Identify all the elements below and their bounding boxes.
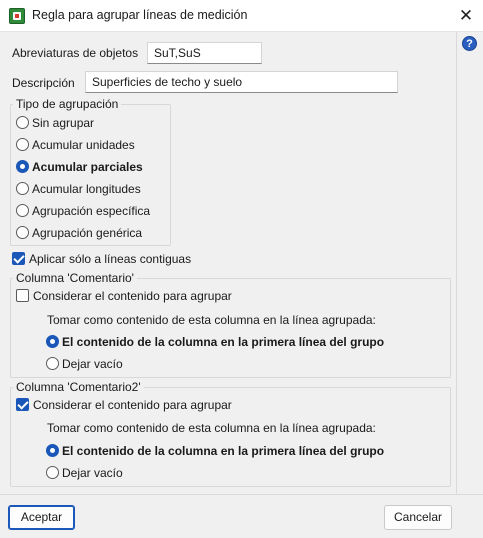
comment2-empty-radio[interactable] [46,466,59,479]
footer-separator [0,494,483,495]
comment2-consider-label: Considerar el contenido para agrupar [33,398,232,412]
accept-button[interactable]: Aceptar [8,505,75,530]
radio-label: Agrupación genérica [32,226,143,240]
radio-label: Agrupación específica [32,204,151,218]
comment2-empty-label: Dejar vacío [62,466,123,480]
radio-label: Acumular unidades [32,138,135,152]
comment-column-title: Columna 'Comentario' [13,271,137,285]
radio-acumular-parciales[interactable] [16,160,29,173]
radio-sin-agrupar[interactable] [16,116,29,129]
comment2-instruction: Tomar como contenido de esta columna en … [47,421,376,435]
radio-agrupacion-especifica[interactable] [16,204,29,217]
help-icon[interactable]: ? [462,36,477,51]
radio-label: Sin agrupar [32,116,95,130]
help-separator [456,32,457,494]
grouping-type-title: Tipo de agrupación [13,97,122,111]
contiguous-label: Aplicar sólo a líneas contiguas [29,252,192,266]
radio-agrupacion-generica[interactable] [16,226,29,239]
app-icon [9,8,25,24]
comment-consider-checkbox[interactable] [16,289,29,302]
radio-label: Acumular parciales [32,160,143,174]
contiguous-checkbox[interactable] [12,252,25,265]
comment-first-line-label: El contenido de la columna en la primera… [62,335,385,349]
description-label: Descripción [12,76,75,90]
comment-first-line-radio[interactable] [46,335,59,348]
window-title: Regla para agrupar líneas de medición [32,8,248,22]
radio-label: Acumular longitudes [32,182,141,196]
abbreviations-input[interactable]: SuT,SuS [147,42,262,64]
radio-acumular-longitudes[interactable] [16,182,29,195]
comment2-first-line-label: El contenido de la columna en la primera… [62,444,385,458]
comment-empty-label: Dejar vacío [62,357,123,371]
comment2-consider-checkbox[interactable] [16,398,29,411]
comment-consider-label: Considerar el contenido para agrupar [33,289,232,303]
comment2-column-title: Columna 'Comentario2' [13,380,144,394]
radio-acumular-unidades[interactable] [16,138,29,151]
comment-empty-radio[interactable] [46,357,59,370]
comment-instruction: Tomar como contenido de esta columna en … [47,313,376,327]
comment2-first-line-radio[interactable] [46,444,59,457]
close-button[interactable]: ✕ [452,2,480,30]
abbreviations-label: Abreviaturas de objetos [12,46,139,60]
cancel-button[interactable]: Cancelar [384,505,452,530]
description-input[interactable]: Superficies de techo y suelo [85,71,398,93]
